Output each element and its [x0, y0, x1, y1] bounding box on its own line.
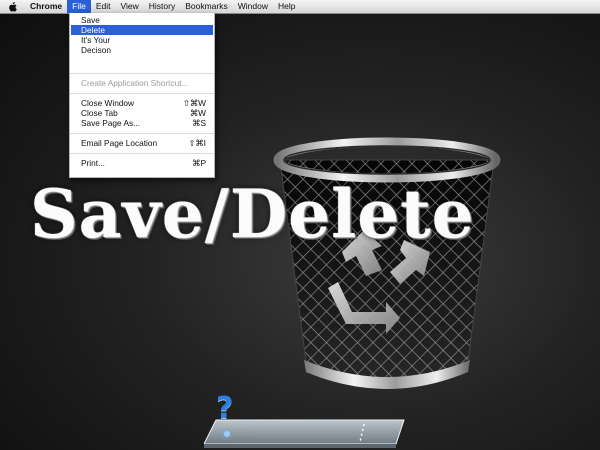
- menu-bar: Chrome File Edit View History Bookmarks …: [0, 0, 600, 14]
- menu-history[interactable]: History: [144, 0, 180, 13]
- headline-delete: Delete: [229, 175, 475, 253]
- menu-item-label: It's Your: [81, 35, 111, 45]
- question-mark-icon[interactable]: ?: [216, 394, 233, 424]
- menu-item-email-page-location[interactable]: Email Page Location ⇧⌘I: [70, 138, 214, 148]
- dock-indicator: [224, 431, 230, 437]
- headline: Save/Delete: [30, 175, 590, 253]
- menu-item-label: Delete: [81, 25, 105, 35]
- menu-file[interactable]: File: [67, 0, 91, 13]
- file-dropdown-menu: Save Delete It's Your Decison Create App…: [69, 13, 215, 178]
- menu-item-print[interactable]: Print... ⌘P: [70, 158, 214, 168]
- menu-item-shortcut: ⌘P: [192, 158, 206, 168]
- menu-separator: [70, 133, 214, 134]
- headline-divider: /: [204, 175, 230, 253]
- menu-item-close-tab[interactable]: Close Tab ⌘W: [70, 108, 214, 118]
- menu-view[interactable]: View: [115, 0, 143, 13]
- menu-item-label: Decison: [81, 45, 111, 55]
- apple-icon[interactable]: [7, 1, 17, 12]
- menu-item-save[interactable]: Save: [70, 15, 214, 25]
- menu-bookmarks[interactable]: Bookmarks: [180, 0, 233, 13]
- menu-separator: [70, 153, 214, 154]
- menu-item-decison[interactable]: Decison: [70, 45, 214, 55]
- menu-item-label: Save Page As...: [81, 118, 141, 128]
- menu-help[interactable]: Help: [273, 0, 300, 13]
- menu-edit[interactable]: Edit: [91, 0, 116, 13]
- menu-item-label: Close Window: [81, 98, 135, 108]
- menu-window[interactable]: Window: [233, 0, 273, 13]
- menu-item-shortcut: ⌘W: [189, 108, 206, 118]
- menu-app-chrome[interactable]: Chrome: [25, 0, 67, 13]
- menu-item-save-page-as[interactable]: Save Page As... ⌘S: [70, 118, 214, 128]
- menu-item-its-your[interactable]: It's Your: [70, 35, 214, 45]
- menu-item-label: Print...: [81, 158, 105, 168]
- headline-save: Save: [30, 175, 205, 253]
- menu-item-label: Email Page Location: [81, 138, 158, 148]
- menu-item-label: Save: [81, 15, 100, 25]
- menu-item-shortcut: ⌘S: [192, 118, 206, 128]
- menu-item-shortcut: ⇧⌘I: [188, 138, 206, 148]
- menu-item-label: Create Application Shortcut...: [81, 78, 189, 88]
- menu-separator: [70, 73, 214, 74]
- menu-item-close-window[interactable]: Close Window ⇧⌘W: [70, 98, 214, 108]
- dock: [204, 419, 405, 448]
- menu-spacer: [70, 55, 214, 68]
- menu-separator: [70, 93, 214, 94]
- trash-bin-icon: [273, 137, 501, 389]
- menu-item-shortcut: ⇧⌘W: [182, 98, 206, 108]
- menu-item-label: Close Tab: [81, 108, 118, 118]
- menu-item-delete[interactable]: Delete: [71, 25, 213, 35]
- menu-item-create-shortcut: Create Application Shortcut...: [70, 78, 214, 88]
